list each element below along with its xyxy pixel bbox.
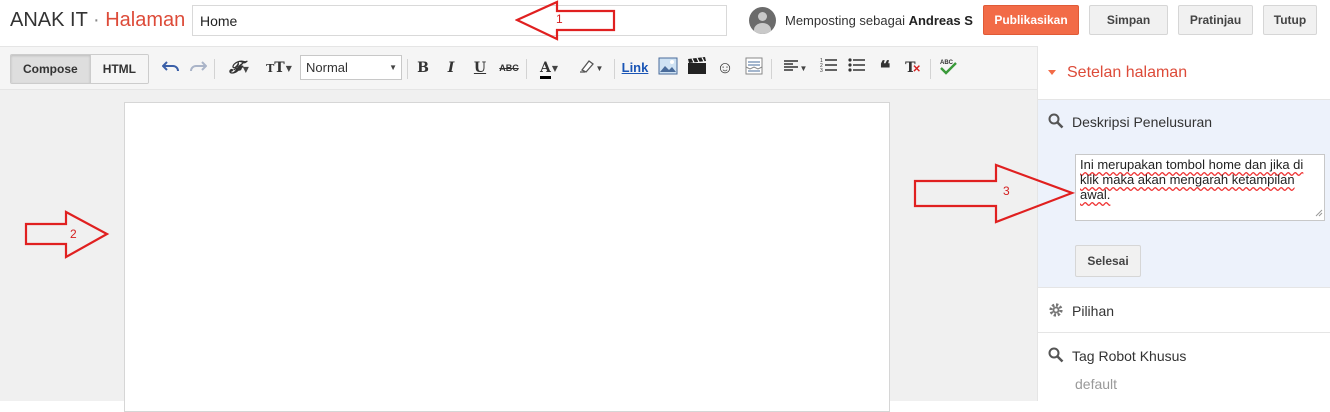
format-select[interactable]: Normal ▼ (300, 55, 402, 80)
caret-down-icon (1048, 70, 1056, 75)
format-select-value: Normal (306, 60, 348, 75)
highlight-icon[interactable]: ▼ (574, 57, 608, 79)
posting-as-text: Memposting sebagai Andreas S (785, 13, 973, 28)
emoji-icon[interactable]: ☺ (714, 57, 736, 79)
resize-handle-icon[interactable] (1313, 207, 1323, 217)
robot-tags-label: Tag Robot Khusus (1072, 348, 1187, 364)
annotation-label-2: 2 (70, 227, 77, 241)
font-size-icon[interactable]: TT▼ (261, 57, 297, 79)
numbered-list-icon[interactable]: 123 (818, 57, 840, 79)
mode-toggle: Compose HTML (10, 54, 150, 84)
settings-title: Setelan halaman (1067, 64, 1188, 81)
bullet-list-icon[interactable] (846, 57, 868, 79)
clear-format-icon[interactable]: T✕ (902, 57, 924, 79)
gear-icon (1049, 303, 1063, 317)
annotation-label-3: 3 (1003, 184, 1010, 198)
svg-text:3: 3 (820, 68, 823, 73)
page-settings-sidebar: Setelan halaman Deskripsi Penelusuran In… (1037, 46, 1330, 401)
posting-as-prefix: Memposting sebagai (785, 13, 909, 28)
underline-icon[interactable]: U (471, 57, 489, 79)
robot-tags-value: default (1075, 376, 1118, 392)
strikethrough-icon[interactable]: ABC (498, 57, 520, 79)
options-row[interactable]: Pilihan (1038, 288, 1330, 333)
quote-icon[interactable]: ❝ (874, 57, 896, 79)
editor-body[interactable] (124, 102, 890, 412)
editor-area (0, 90, 1037, 412)
save-button[interactable]: Simpan (1089, 5, 1168, 35)
chevron-down-icon: ▼ (389, 63, 397, 72)
brand-separator: · (93, 9, 100, 31)
toolbar-divider (407, 59, 408, 79)
section-name: Halaman (105, 9, 186, 31)
bold-icon[interactable]: B (414, 57, 432, 79)
posting-as-user: Andreas S (908, 13, 973, 28)
blog-name[interactable]: ANAK IT (10, 9, 87, 31)
search-icon (1048, 113, 1064, 129)
close-button[interactable]: Tutup (1263, 5, 1317, 35)
toolbar-divider (614, 59, 615, 79)
html-mode-button[interactable]: HTML (89, 55, 149, 83)
toolbar-divider (526, 59, 527, 79)
publish-button[interactable]: Publikasikan (983, 5, 1079, 35)
done-button[interactable]: Selesai (1075, 245, 1141, 277)
preview-button[interactable]: Pratinjau (1178, 5, 1253, 35)
redo-icon[interactable] (188, 57, 208, 79)
search-description-field[interactable]: Ini merupakan tombol home dan jika di kl… (1075, 154, 1325, 221)
annotation-label-1: 1 (556, 12, 563, 26)
avatar[interactable] (749, 7, 776, 34)
page-title-input[interactable] (192, 5, 727, 36)
link-button[interactable]: Link (620, 57, 650, 79)
text-color-icon[interactable]: A▼ (532, 57, 566, 79)
image-icon[interactable] (657, 57, 679, 79)
compose-mode-button[interactable]: Compose (11, 55, 90, 83)
italic-icon[interactable]: I (442, 57, 460, 79)
search-description-section: Deskripsi Penelusuran Ini merupakan tomb… (1038, 100, 1330, 288)
video-icon[interactable] (686, 57, 708, 79)
spellcheck-icon[interactable]: ABC (936, 57, 960, 79)
brand: ANAK IT · Halaman (10, 9, 185, 32)
font-family-icon[interactable]: 𝓕▼ (222, 57, 256, 79)
svg-text:ABC: ABC (940, 60, 954, 66)
search-description-text: Ini merupakan tombol home dan jika di kl… (1080, 157, 1304, 202)
top-bar: ANAK IT · Halaman Memposting sebagai And… (0, 0, 1330, 46)
jump-break-icon[interactable] (743, 57, 765, 79)
search-description-label[interactable]: Deskripsi Penelusuran (1072, 114, 1212, 130)
undo-icon[interactable] (161, 57, 181, 79)
toolbar-divider (214, 59, 215, 79)
toolbar-divider (771, 59, 772, 79)
settings-header[interactable]: Setelan halaman (1038, 46, 1330, 100)
options-label: Pilihan (1072, 303, 1115, 319)
toolbar-divider (930, 59, 931, 79)
align-icon[interactable]: ▼ (778, 57, 812, 79)
search-icon (1048, 347, 1064, 363)
editor-toolbar: Compose HTML 𝓕▼ TT▼ Normal ▼ B I U ABC A… (0, 46, 1037, 90)
